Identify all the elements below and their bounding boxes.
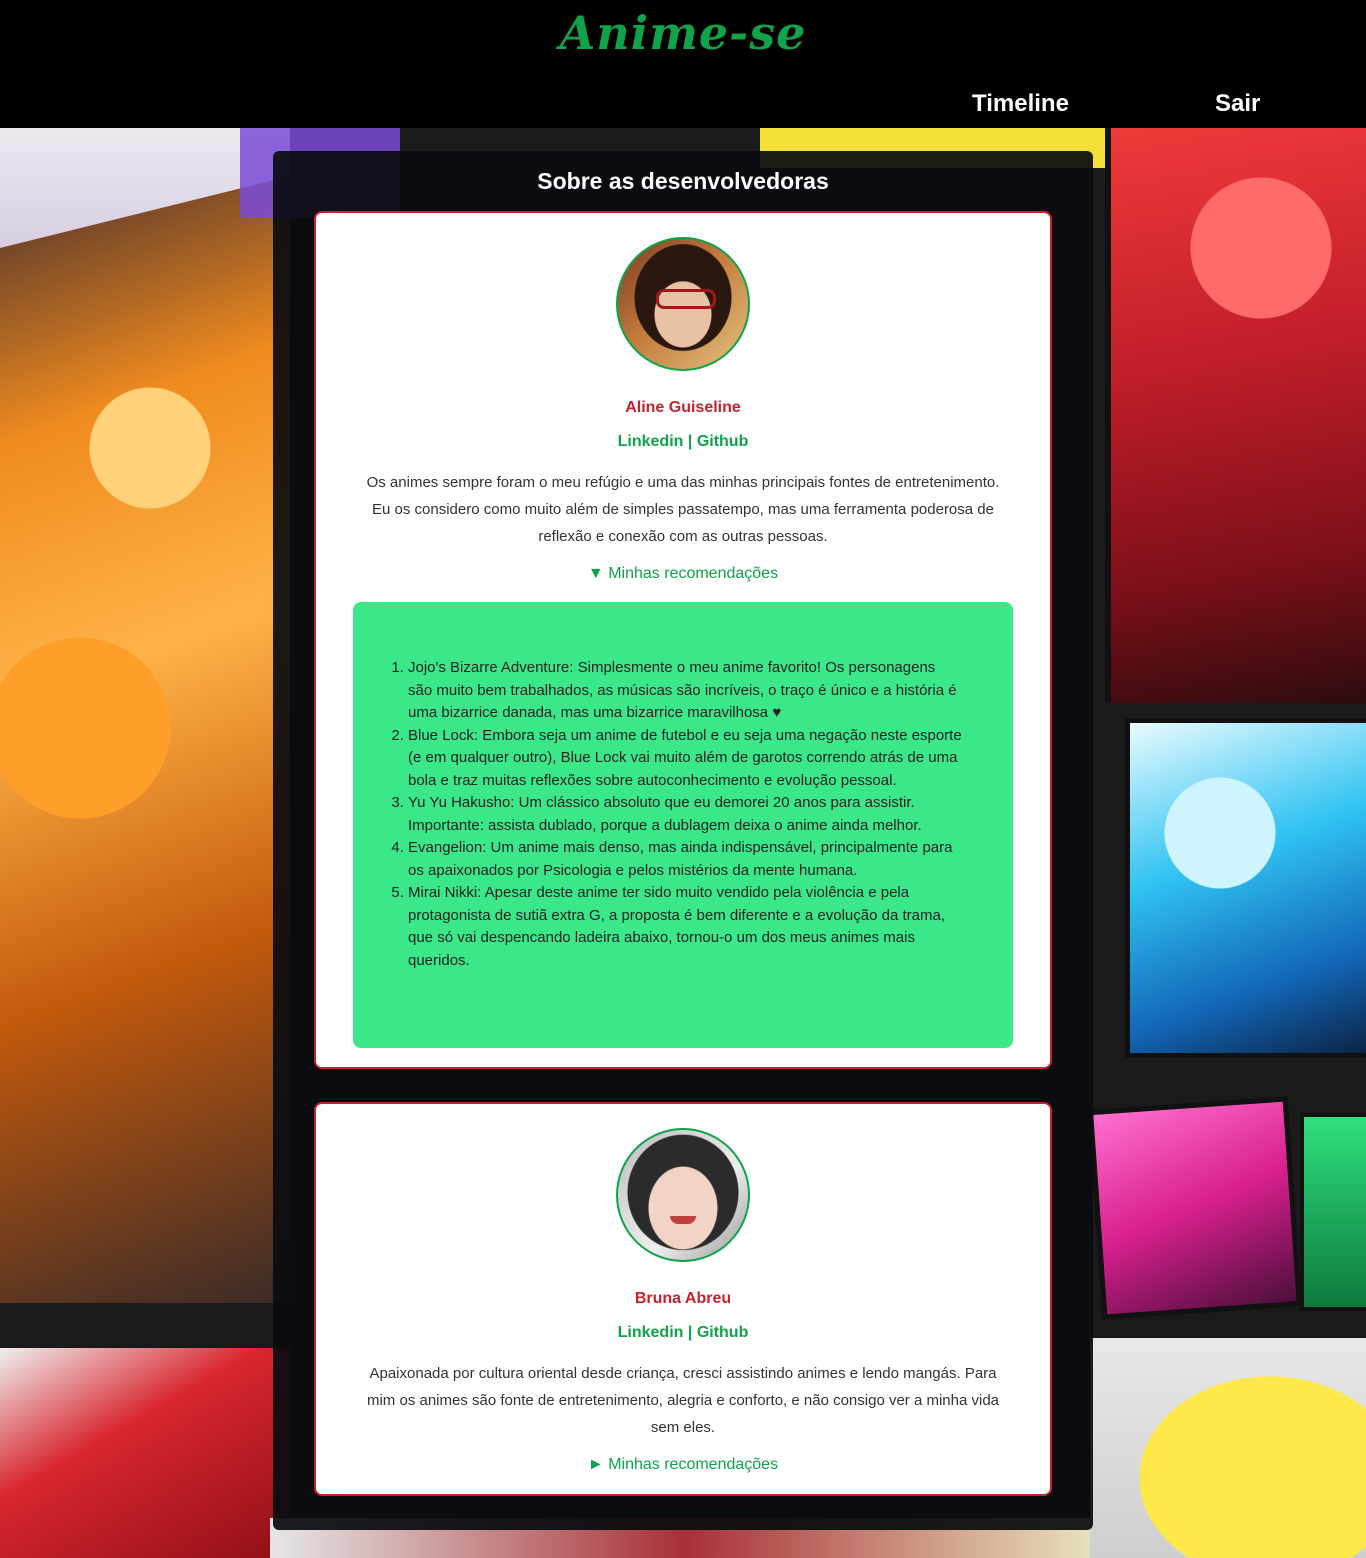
list-item: Jojo's Bizarre Adventure: Simplesmente o… bbox=[408, 657, 963, 725]
site-header: Anime-se Timeline Sair bbox=[0, 0, 1366, 128]
recommendations-toggle[interactable]: ▼ Minhas recomendações bbox=[316, 565, 1050, 583]
list-item: Yu Yu Hakusho: Um clássico absoluto que … bbox=[408, 792, 963, 837]
collage-panel-green bbox=[1300, 1113, 1366, 1311]
developers-section: Sobre as desenvolvedoras Aline Guiseline… bbox=[273, 151, 1093, 1530]
list-item: Evangelion: Um anime mais denso, mas ain… bbox=[408, 837, 963, 882]
avatar bbox=[616, 1128, 750, 1262]
developer-name: Bruna Abreu bbox=[634, 1290, 732, 1307]
links-separator: | bbox=[687, 1324, 693, 1341]
linkedin-link[interactable]: Linkedin bbox=[618, 1324, 684, 1341]
linkedin-link[interactable]: Linkedin bbox=[618, 433, 684, 450]
list-item: Blue Lock: Embora seja um anime de futeb… bbox=[408, 725, 963, 793]
developer-card: Aline Guiseline Linkedin | Github Os ani… bbox=[314, 211, 1052, 1069]
collage-panel-red-bottom bbox=[0, 1348, 290, 1558]
collage-panel-orange-ninja bbox=[0, 128, 290, 1303]
recommendations-panel: Jojo's Bizarre Adventure: Simplesmente o… bbox=[353, 602, 1013, 1048]
collage-panel-blue bbox=[1125, 718, 1366, 1058]
list-item: Mirai Nikki: Apesar deste anime ter sido… bbox=[408, 882, 963, 972]
page-title: Sobre as desenvolvedoras bbox=[537, 168, 829, 194]
developer-links: Linkedin | Github bbox=[316, 1324, 1050, 1342]
recommendations-list: Jojo's Bizarre Adventure: Simplesmente o… bbox=[408, 657, 963, 972]
collage-panel-pink bbox=[1087, 1096, 1303, 1320]
recommendations-toggle[interactable]: ► Minhas recomendações bbox=[316, 1456, 1050, 1474]
site-logo[interactable]: Anime-se bbox=[0, 6, 1366, 60]
developer-name: Aline Guiseline bbox=[625, 399, 741, 416]
developer-card: Bruna Abreu Linkedin | Github Apaixonada… bbox=[314, 1102, 1052, 1496]
collage-panel-red bbox=[1105, 128, 1366, 703]
github-link[interactable]: Github bbox=[697, 1324, 749, 1341]
github-link[interactable]: Github bbox=[697, 433, 749, 450]
nav-link-sair[interactable]: Sair bbox=[1215, 90, 1260, 118]
developer-bio: Os animes sempre foram o meu refúgio e u… bbox=[366, 474, 1000, 545]
avatar bbox=[616, 237, 750, 371]
collage-panel-yellow-bottom bbox=[1090, 1338, 1366, 1558]
glasses-shape bbox=[656, 289, 716, 309]
developer-links: Linkedin | Github bbox=[316, 433, 1050, 451]
developer-bio: Apaixonada por cultura oriental desde cr… bbox=[366, 1365, 1000, 1436]
nav-link-timeline[interactable]: Timeline bbox=[972, 90, 1069, 118]
links-separator: | bbox=[687, 433, 693, 450]
smile-shape bbox=[670, 1216, 696, 1224]
